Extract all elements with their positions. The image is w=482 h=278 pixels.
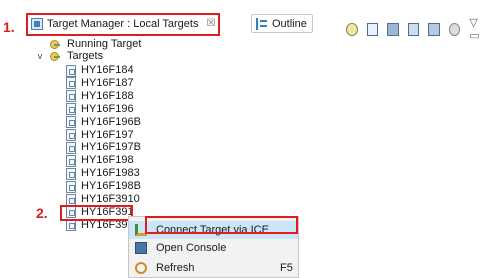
tree-item-target[interactable]: HY16F188: [66, 90, 134, 103]
tree-item-label: HY16F196B: [81, 115, 141, 128]
view-icon-1[interactable]: [387, 22, 399, 36]
target-file-icon: [66, 154, 76, 167]
target-file-icon: [66, 90, 76, 103]
menu-item-accelerator: F5: [280, 262, 293, 274]
tab-outline[interactable]: Outline: [251, 14, 313, 33]
target-file-icon: [66, 141, 76, 154]
collapse-icon[interactable]: [366, 22, 379, 36]
target-file-icon: [66, 180, 76, 193]
tree-item-targets[interactable]: v Targets: [36, 50, 103, 63]
tree-item-label: HY16F198: [81, 154, 134, 167]
console-icon: [135, 242, 147, 254]
view-menu-icon[interactable]: ▽ ▭: [469, 16, 482, 42]
step-marker-2: 2.: [36, 205, 48, 221]
tree-item-target[interactable]: HY16F197: [66, 129, 134, 142]
target-file-icon: [66, 103, 76, 116]
target-file-icon: [66, 116, 76, 129]
tree-item-label: Targets: [67, 50, 104, 62]
tree-item-target[interactable]: HY16F187: [66, 77, 134, 90]
tree-item-target[interactable]: HY16F198: [66, 154, 134, 167]
menu-item-refresh[interactable]: Refresh F5: [129, 259, 298, 277]
tree-item-target[interactable]: HY16F197B: [66, 141, 141, 154]
tree-item-target[interactable]: HY16F184: [66, 64, 134, 77]
chevron-down-icon[interactable]: v: [36, 50, 44, 63]
menu-item-open-console[interactable]: Open Console: [129, 239, 298, 257]
tree-item-label: HY16F196: [81, 102, 134, 115]
targets-folder-icon: [49, 51, 62, 62]
target-file-icon: [66, 193, 76, 206]
view-toolbar: ▽ ▭: [346, 16, 482, 42]
menu-item-label: Open Console: [156, 242, 227, 254]
target-file-icon: [66, 77, 76, 90]
target-file-icon: [66, 167, 76, 180]
step-marker-1: 1.: [3, 19, 15, 35]
tree-item-label: HY16F187: [81, 76, 134, 89]
tree-item-label: HY16F197: [81, 128, 134, 141]
outline-icon: [256, 17, 268, 30]
target-file-icon: [66, 129, 76, 141]
running-target-icon: [49, 39, 62, 50]
settings-icon[interactable]: [448, 22, 461, 36]
menu-item-label: Refresh: [156, 262, 195, 274]
tree-item-target[interactable]: HY16F198B: [66, 180, 141, 193]
tab-outline-label: Outline: [272, 17, 307, 30]
tree-item-label: HY16F188: [81, 89, 134, 102]
view-icon-2[interactable]: [407, 22, 420, 36]
tree-item-target[interactable]: HY16F1983: [66, 167, 140, 180]
tree-item-label: HY16F1983: [81, 167, 140, 180]
highlight-box-menu-item: [145, 216, 298, 234]
connect-icon[interactable]: [346, 22, 358, 36]
tree-item-label: HY16F184: [81, 64, 134, 76]
refresh-icon: [135, 262, 147, 274]
tree-item-target[interactable]: HY16F196B: [66, 116, 141, 129]
tree-item-label: HY16F198B: [81, 180, 141, 193]
target-file-icon: [66, 219, 76, 232]
target-file-icon: [66, 64, 76, 77]
tree-item-label: HY16F197B: [81, 141, 141, 154]
view-icon-3[interactable]: [428, 22, 440, 36]
tree-item-target[interactable]: HY16F196: [66, 103, 134, 116]
highlight-box-target: [60, 205, 133, 221]
highlight-box-tab: [26, 13, 220, 36]
